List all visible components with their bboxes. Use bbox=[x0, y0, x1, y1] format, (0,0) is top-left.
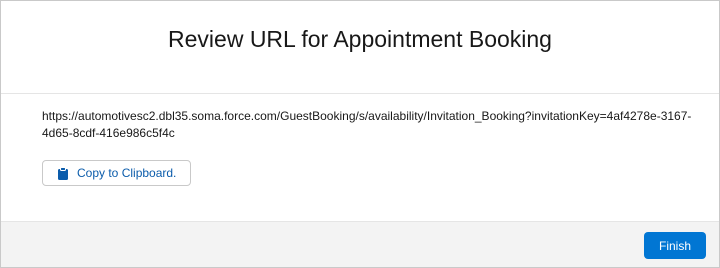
modal-title: Review URL for Appointment Booking bbox=[168, 25, 552, 52]
review-url-modal: Review URL for Appointment Booking https… bbox=[0, 0, 720, 268]
booking-url-text: https://automotivesc2.dbl35.soma.force.c… bbox=[42, 109, 692, 140]
finish-button[interactable]: Finish bbox=[644, 232, 706, 259]
modal-header: Review URL for Appointment Booking bbox=[1, 1, 719, 94]
modal-body: https://automotivesc2.dbl35.soma.force.c… bbox=[1, 94, 719, 222]
copy-to-clipboard-button[interactable]: Copy to Clipboard. bbox=[42, 160, 192, 186]
copy-button-label: Copy to Clipboard. bbox=[77, 166, 177, 180]
clipboard-icon bbox=[57, 166, 69, 180]
modal-footer: Finish bbox=[1, 221, 719, 267]
